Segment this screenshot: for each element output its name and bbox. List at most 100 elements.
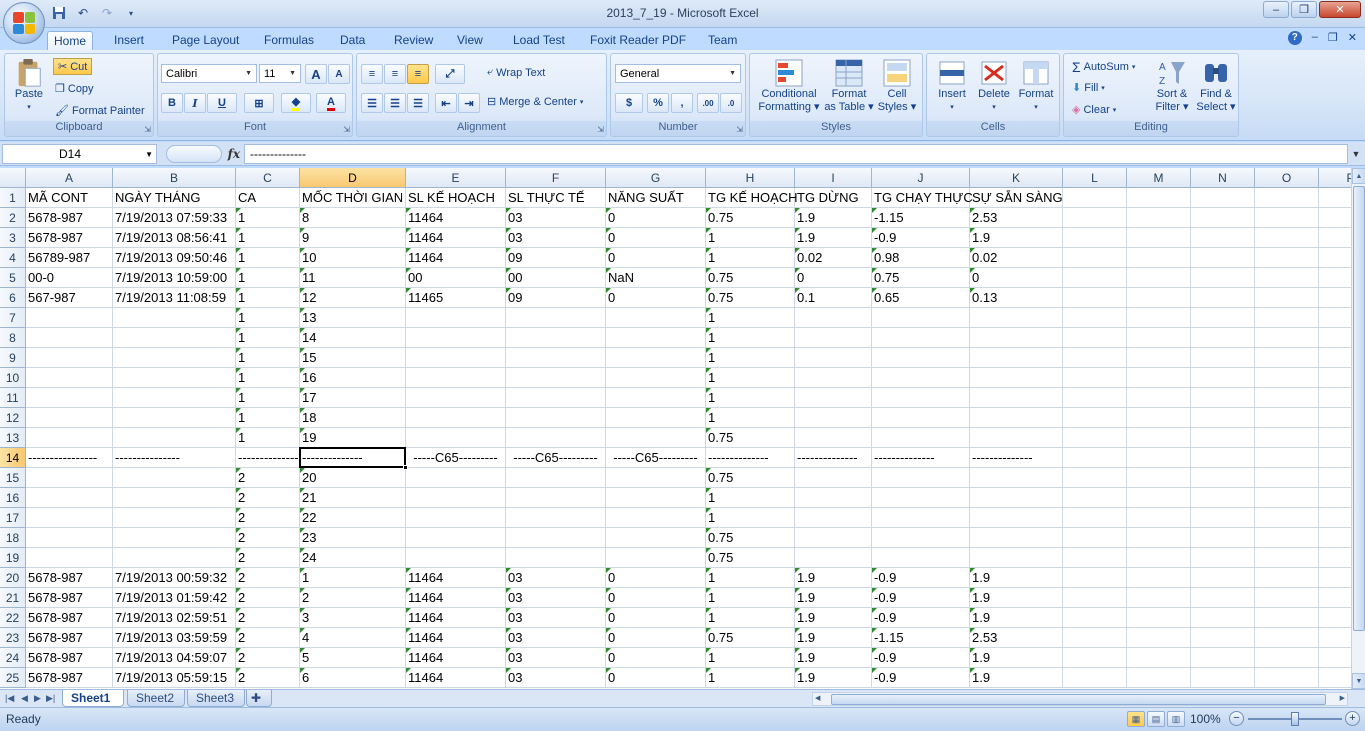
cell-c7[interactable]: 1 [236, 308, 300, 328]
cell-g23[interactable]: 0 [606, 628, 706, 648]
sheet-tab-sheet1[interactable]: Sheet1 [62, 690, 124, 707]
cell-i20[interactable]: 1.9 [795, 568, 872, 588]
cell-c5[interactable]: 1 [236, 268, 300, 288]
cell-l17[interactable] [1063, 508, 1127, 528]
dialog-launcher-icon[interactable]: ⇲ [144, 125, 151, 134]
column-header-j[interactable]: J [872, 168, 970, 188]
prev-sheet-icon[interactable]: ◀ [21, 693, 28, 704]
cell-p4[interactable] [1319, 248, 1351, 268]
cell-h16[interactable]: 1 [706, 488, 795, 508]
cell-n8[interactable] [1191, 328, 1255, 348]
column-header-l[interactable]: L [1063, 168, 1127, 188]
zoom-level[interactable]: 100% [1190, 712, 1221, 726]
cell-p1[interactable] [1319, 188, 1351, 208]
cell-k1[interactable]: SỰ SẴN SÀNG [970, 188, 1063, 208]
row-header-12[interactable]: 12 [0, 408, 26, 428]
italic-button[interactable]: I [184, 93, 206, 113]
cell-n13[interactable] [1191, 428, 1255, 448]
cell-o17[interactable] [1255, 508, 1319, 528]
cell-g5[interactable]: NaN [606, 268, 706, 288]
cell-m14[interactable] [1127, 448, 1191, 468]
cell-i15[interactable] [795, 468, 872, 488]
cell-h17[interactable]: 1 [706, 508, 795, 528]
cell-k15[interactable] [970, 468, 1063, 488]
cell-c4[interactable]: 1 [236, 248, 300, 268]
tab-page-layout[interactable]: Page Layout [166, 31, 245, 50]
cell-o2[interactable] [1255, 208, 1319, 228]
cell-o3[interactable] [1255, 228, 1319, 248]
cell-j13[interactable] [872, 428, 970, 448]
orientation-button[interactable]: ⤢ [435, 64, 465, 84]
cell-g19[interactable] [606, 548, 706, 568]
cell-c9[interactable]: 1 [236, 348, 300, 368]
cell-c19[interactable]: 2 [236, 548, 300, 568]
cell-l4[interactable] [1063, 248, 1127, 268]
cell-p13[interactable] [1319, 428, 1351, 448]
sheet-tab-sheet2[interactable]: Sheet2 [127, 690, 185, 707]
cell-a13[interactable] [26, 428, 113, 448]
cell-j5[interactable]: 0.75 [872, 268, 970, 288]
cell-h6[interactable]: 0.75 [706, 288, 795, 308]
cell-m19[interactable] [1127, 548, 1191, 568]
cell-b18[interactable] [113, 528, 236, 548]
cell-a23[interactable]: 5678-987 [26, 628, 113, 648]
cell-h1[interactable]: TG KẾ HOẠCH [706, 188, 798, 208]
column-header-h[interactable]: H [706, 168, 795, 188]
cell-j17[interactable] [872, 508, 970, 528]
cell-b16[interactable] [113, 488, 236, 508]
column-header-e[interactable]: E [406, 168, 506, 188]
cell-p12[interactable] [1319, 408, 1351, 428]
cell-b7[interactable] [113, 308, 236, 328]
cell-a24[interactable]: 5678-987 [26, 648, 113, 668]
cell-j19[interactable] [872, 548, 970, 568]
cell-p14[interactable] [1319, 448, 1351, 468]
cell-e17[interactable] [406, 508, 506, 528]
cell-g17[interactable] [606, 508, 706, 528]
cell-d13[interactable]: 19 [300, 428, 406, 448]
cell-m15[interactable] [1127, 468, 1191, 488]
cell-d24[interactable]: 5 [300, 648, 406, 668]
cell-d15[interactable]: 20 [300, 468, 406, 488]
cell-p21[interactable] [1319, 588, 1351, 608]
tab-view[interactable]: View [451, 31, 489, 50]
ribbon-minimize-icon[interactable]: – [1312, 31, 1318, 45]
paste-button[interactable]: Paste ▾ [9, 58, 49, 114]
cell-l7[interactable] [1063, 308, 1127, 328]
cell-j18[interactable] [872, 528, 970, 548]
cell-l19[interactable] [1063, 548, 1127, 568]
cell-m3[interactable] [1127, 228, 1191, 248]
cell-l1[interactable] [1063, 188, 1127, 208]
increase-indent-button[interactable]: ⇥ [458, 93, 480, 113]
cell-n1[interactable] [1191, 188, 1255, 208]
font-name-combo[interactable]: Calibri ▼ [161, 64, 257, 83]
cell-k25[interactable]: 1.9 [970, 668, 1063, 688]
cell-b24[interactable]: 7/19/2013 04:59:07 [113, 648, 236, 668]
cell-i4[interactable]: 0.02 [795, 248, 872, 268]
cell-i23[interactable]: 1.9 [795, 628, 872, 648]
cell-c25[interactable]: 2 [236, 668, 300, 688]
cell-a4[interactable]: 56789-987 [26, 248, 113, 268]
cell-b14[interactable]: --------------- [113, 448, 236, 468]
align-bottom-button[interactable]: ≡ [407, 64, 429, 84]
cell-p17[interactable] [1319, 508, 1351, 528]
help-icon[interactable]: ? [1287, 31, 1302, 45]
cell-o8[interactable] [1255, 328, 1319, 348]
column-header-k[interactable]: K [970, 168, 1063, 188]
cell-j14[interactable]: -------------- [872, 448, 970, 468]
cell-i7[interactable] [795, 308, 872, 328]
cell-g4[interactable]: 0 [606, 248, 706, 268]
cell-c24[interactable]: 2 [236, 648, 300, 668]
row-header-17[interactable]: 17 [0, 508, 26, 528]
cell-m23[interactable] [1127, 628, 1191, 648]
ribbon-close-icon[interactable]: ✕ [1348, 31, 1357, 45]
cell-b11[interactable] [113, 388, 236, 408]
cell-p7[interactable] [1319, 308, 1351, 328]
cell-f22[interactable]: 03 [506, 608, 606, 628]
cell-k20[interactable]: 1.9 [970, 568, 1063, 588]
page-break-view-icon[interactable]: ▥ [1167, 711, 1185, 727]
cell-p3[interactable] [1319, 228, 1351, 248]
cell-f21[interactable]: 03 [506, 588, 606, 608]
cell-o4[interactable] [1255, 248, 1319, 268]
minimize-button[interactable]: – [1263, 1, 1289, 18]
row-header-9[interactable]: 9 [0, 348, 26, 368]
